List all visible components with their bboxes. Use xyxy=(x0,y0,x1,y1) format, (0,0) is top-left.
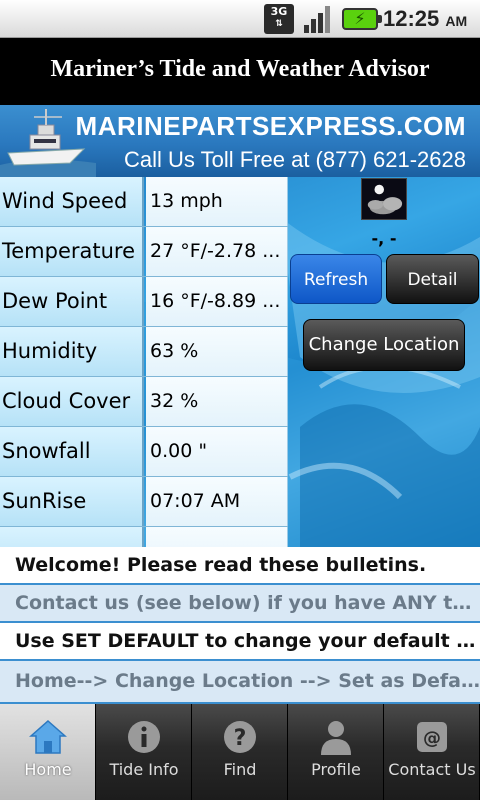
tab-label: Contact Us xyxy=(388,760,476,779)
tab-label: Profile xyxy=(311,760,361,779)
banner-website: MARINEPARTSEXPRESS.COM xyxy=(75,111,466,141)
weather-value: 63 % xyxy=(146,327,288,376)
question-icon: ? xyxy=(224,721,256,753)
network-3g-icon: 3G ⇅ xyxy=(264,4,294,34)
refresh-button[interactable]: Refresh xyxy=(290,254,382,304)
info-icon xyxy=(128,721,160,753)
weather-row: Wind Speed 13 mph xyxy=(0,177,288,227)
tab-label: Home xyxy=(24,760,72,779)
tab-label: Tide Info xyxy=(109,760,179,779)
tab-tide-info[interactable]: Tide Info xyxy=(96,704,192,800)
weather-label: SunRise xyxy=(0,477,144,526)
banner-phone: Call Us Toll Free at (877) 621-2628 xyxy=(124,147,466,172)
weather-label: Wind Speed xyxy=(0,177,144,226)
weather-value: 16 °F/-8.89 ... xyxy=(146,277,288,326)
weather-label: Snowfall xyxy=(0,427,144,476)
bulletin-list: Welcome! Please read these bulletins. Co… xyxy=(0,547,480,704)
weather-label: Temperature xyxy=(0,227,144,276)
weather-row: Humidity 63 % xyxy=(0,327,288,377)
at-sign-icon: @ xyxy=(417,722,447,752)
bottom-tab-bar: Home Tide Info ? Find Profile @ Contact … xyxy=(0,704,480,800)
battery-charging-icon: ⚡ xyxy=(342,8,382,30)
weather-value-empty xyxy=(146,527,288,547)
clock-ampm: AM xyxy=(445,13,468,29)
sponsor-banner[interactable]: MARINEPARTSEXPRESS.COM Call Us Toll Free… xyxy=(0,105,480,177)
weather-label-empty xyxy=(0,527,144,547)
bulletin-item[interactable]: Use SET DEFAULT to change your default l… xyxy=(0,623,480,661)
tab-profile[interactable]: Profile xyxy=(288,704,384,800)
detail-button[interactable]: Detail xyxy=(386,254,479,304)
weather-row-partial xyxy=(0,527,288,547)
signal-strength-icon xyxy=(304,6,330,33)
tab-find[interactable]: ? Find xyxy=(192,704,288,800)
weather-row: Snowfall 0.00 " xyxy=(0,427,288,477)
person-icon xyxy=(321,721,351,755)
weather-row: SunRise 07:07 AM xyxy=(0,477,288,527)
house-icon xyxy=(29,719,67,754)
clock: 12:25 AM xyxy=(383,6,467,32)
weather-panel: Wind Speed 13 mph Temperature 27 °F/-2.7… xyxy=(0,177,480,547)
bulletin-item[interactable]: Welcome! Please read these bulletins. xyxy=(0,547,480,585)
weather-row: Dew Point 16 °F/-8.89 ... xyxy=(0,277,288,327)
status-bar: 3G ⇅ ⚡ 12:25 AM xyxy=(0,0,480,38)
tab-contact-us[interactable]: @ Contact Us xyxy=(384,704,480,800)
weather-value: 07:07 AM xyxy=(146,477,288,526)
bulletin-item[interactable]: Home--> Change Location --> Set as Defau… xyxy=(0,661,480,704)
change-location-button[interactable]: Change Location xyxy=(303,319,465,371)
svg-text:?: ? xyxy=(234,726,247,751)
weather-row: Temperature 27 °F/-2.78 ... xyxy=(0,227,288,277)
weather-table: Wind Speed 13 mph Temperature 27 °F/-2.7… xyxy=(0,177,288,547)
weather-label: Humidity xyxy=(0,327,144,376)
night-clouds-weather-icon xyxy=(361,178,407,220)
weather-row: Cloud Cover 32 % xyxy=(0,377,288,427)
svg-text:@: @ xyxy=(423,728,441,749)
location-coordinates: -, - xyxy=(371,229,397,248)
network-type-label: 3G xyxy=(270,5,288,18)
weather-label: Cloud Cover xyxy=(0,377,144,426)
app-title: Mariner’s Tide and Weather Advisor xyxy=(50,56,430,82)
weather-value: 27 °F/-2.78 ... xyxy=(146,227,288,276)
weather-value: 32 % xyxy=(146,377,288,426)
tab-home[interactable]: Home xyxy=(0,704,96,800)
clock-time: 12:25 xyxy=(383,6,440,31)
weather-value: 13 mph xyxy=(146,177,288,226)
weather-label: Dew Point xyxy=(0,277,144,326)
app-title-bar: Mariner’s Tide and Weather Advisor xyxy=(0,39,480,105)
tab-label: Find xyxy=(223,760,257,779)
weather-value: 0.00 " xyxy=(146,427,288,476)
bulletin-item[interactable]: Contact us (see below) if you have ANY t… xyxy=(0,585,480,623)
